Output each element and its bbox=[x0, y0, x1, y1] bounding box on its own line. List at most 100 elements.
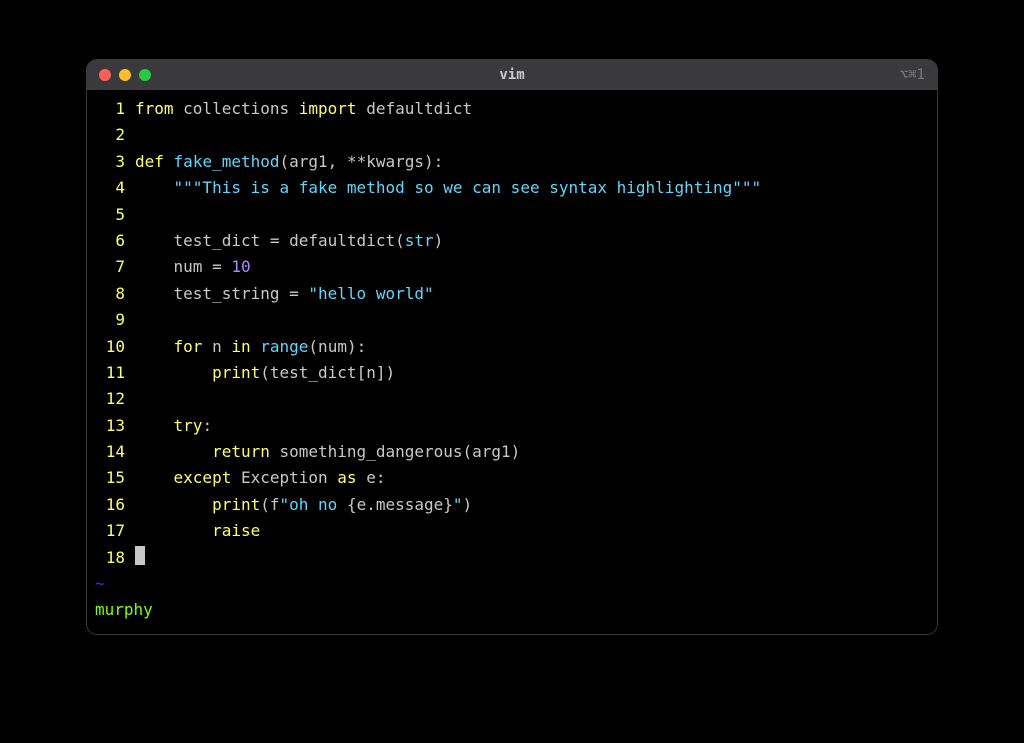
code-text[interactable]: def fake_method(arg1, **kwargs): bbox=[135, 149, 443, 175]
line-number: 11 bbox=[87, 360, 135, 386]
token: for bbox=[174, 337, 203, 356]
token bbox=[135, 468, 174, 487]
status-line: murphy bbox=[87, 597, 937, 623]
code-line[interactable]: 7 num = 10 bbox=[87, 254, 937, 280]
line-number: 10 bbox=[87, 334, 135, 360]
code-text[interactable]: for n in range(num): bbox=[135, 334, 366, 360]
line-number: 2 bbox=[87, 122, 135, 148]
code-line[interactable]: 18 bbox=[87, 545, 937, 571]
line-number: 6 bbox=[87, 228, 135, 254]
token bbox=[135, 337, 174, 356]
code-text[interactable]: test_string = "hello world" bbox=[135, 281, 434, 307]
token bbox=[164, 152, 174, 171]
window-title: vim bbox=[499, 67, 524, 83]
token: "hello world" bbox=[308, 284, 433, 303]
token: ) bbox=[463, 495, 473, 514]
code-line[interactable]: 8 test_string = "hello world" bbox=[87, 281, 937, 307]
line-number: 9 bbox=[87, 307, 135, 333]
code-line[interactable]: 10 for n in range(num): bbox=[87, 334, 937, 360]
token: test_string bbox=[135, 284, 289, 303]
token: range bbox=[260, 337, 308, 356]
code-line[interactable]: 5 bbox=[87, 202, 937, 228]
code-text[interactable] bbox=[135, 545, 145, 571]
token: except bbox=[174, 468, 232, 487]
token: num bbox=[135, 257, 212, 276]
titlebar[interactable]: vim ⌥⌘1 bbox=[87, 60, 937, 90]
token: return bbox=[212, 442, 270, 461]
token: (test_dict[n]) bbox=[260, 363, 395, 382]
line-number: 12 bbox=[87, 386, 135, 412]
token: = bbox=[270, 231, 289, 250]
token: print bbox=[212, 363, 260, 382]
code-line[interactable]: 3def fake_method(arg1, **kwargs): bbox=[87, 149, 937, 175]
code-text[interactable]: except Exception as e: bbox=[135, 465, 385, 491]
code-text[interactable]: print(f"oh no {e.message}") bbox=[135, 492, 472, 518]
token: e: bbox=[357, 468, 386, 487]
token: as bbox=[337, 468, 356, 487]
line-number: 18 bbox=[87, 545, 135, 571]
code-line[interactable]: 1from collections import defaultdict bbox=[87, 96, 937, 122]
token bbox=[135, 178, 174, 197]
terminal-content[interactable]: 1from collections import defaultdict23de… bbox=[87, 90, 937, 634]
code-line[interactable]: 15 except Exception as e: bbox=[87, 465, 937, 491]
code-text[interactable]: num = 10 bbox=[135, 254, 251, 280]
line-number: 15 bbox=[87, 465, 135, 491]
token: try bbox=[174, 416, 203, 435]
token bbox=[135, 416, 174, 435]
token: something_dangerous(arg1) bbox=[270, 442, 520, 461]
token: def bbox=[135, 152, 164, 171]
code-text[interactable]: try: bbox=[135, 413, 212, 439]
token: defaultdict( bbox=[289, 231, 405, 250]
cursor-icon bbox=[135, 546, 145, 565]
code-text[interactable]: """This is a fake method so we can see s… bbox=[135, 175, 761, 201]
line-number: 17 bbox=[87, 518, 135, 544]
code-text[interactable]: from collections import defaultdict bbox=[135, 96, 472, 122]
traffic-lights bbox=[99, 69, 151, 81]
token: n bbox=[202, 337, 231, 356]
code-line[interactable]: 11 print(test_dict[n]) bbox=[87, 360, 937, 386]
code-line[interactable]: 17 raise bbox=[87, 518, 937, 544]
code-area[interactable]: 1from collections import defaultdict23de… bbox=[87, 96, 937, 571]
code-line[interactable]: 9 bbox=[87, 307, 937, 333]
code-line[interactable]: 14 return something_dangerous(arg1) bbox=[87, 439, 937, 465]
code-text[interactable]: print(test_dict[n]) bbox=[135, 360, 395, 386]
token: ) bbox=[434, 231, 444, 250]
line-number: 7 bbox=[87, 254, 135, 280]
code-line[interactable]: 13 try: bbox=[87, 413, 937, 439]
token: 10 bbox=[231, 257, 250, 276]
token bbox=[251, 337, 261, 356]
line-number: 5 bbox=[87, 202, 135, 228]
token bbox=[135, 363, 212, 382]
code-text[interactable]: return something_dangerous(arg1) bbox=[135, 439, 520, 465]
token: in bbox=[231, 337, 250, 356]
token: "oh no bbox=[280, 495, 347, 514]
token: from bbox=[135, 99, 174, 118]
token: = bbox=[212, 257, 231, 276]
token: (f bbox=[260, 495, 279, 514]
token: import bbox=[299, 99, 357, 118]
code-line[interactable]: 16 print(f"oh no {e.message}") bbox=[87, 492, 937, 518]
line-number: 4 bbox=[87, 175, 135, 201]
token: fake_method bbox=[174, 152, 280, 171]
line-number: 13 bbox=[87, 413, 135, 439]
token: Exception bbox=[231, 468, 337, 487]
token bbox=[135, 495, 212, 514]
line-number: 1 bbox=[87, 96, 135, 122]
token: " bbox=[453, 495, 463, 514]
vim-tilde: ~ bbox=[87, 571, 937, 597]
code-text[interactable]: raise bbox=[135, 518, 260, 544]
line-number: 3 bbox=[87, 149, 135, 175]
code-line[interactable]: 12 bbox=[87, 386, 937, 412]
token: raise bbox=[212, 521, 260, 540]
code-line[interactable]: 6 test_dict = defaultdict(str) bbox=[87, 228, 937, 254]
token bbox=[135, 442, 212, 461]
code-line[interactable]: 4 """This is a fake method so we can see… bbox=[87, 175, 937, 201]
token: test_dict bbox=[135, 231, 270, 250]
code-line[interactable]: 2 bbox=[87, 122, 937, 148]
zoom-icon[interactable] bbox=[139, 69, 151, 81]
token: collections bbox=[174, 99, 299, 118]
close-icon[interactable] bbox=[99, 69, 111, 81]
token: str bbox=[405, 231, 434, 250]
minimize-icon[interactable] bbox=[119, 69, 131, 81]
code-text[interactable]: test_dict = defaultdict(str) bbox=[135, 228, 443, 254]
